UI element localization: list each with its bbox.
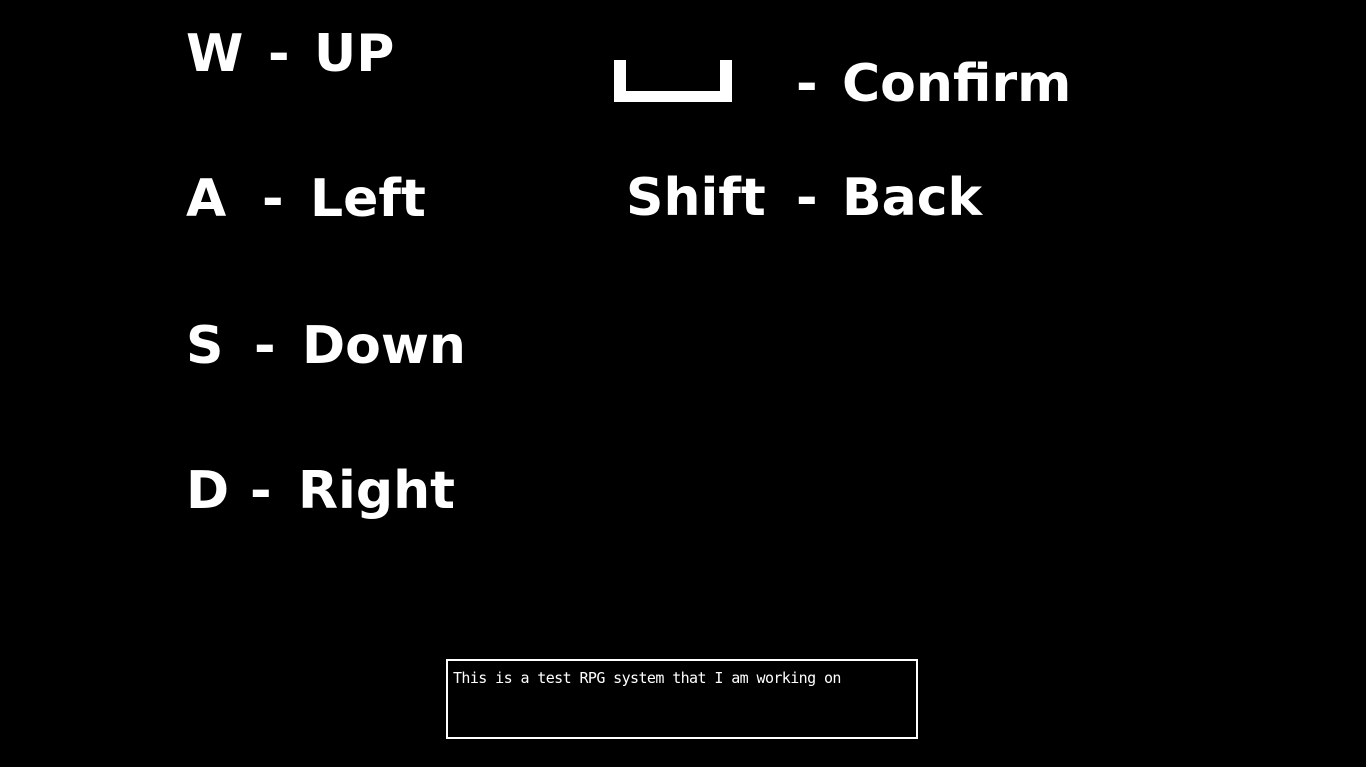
message-box: This is a test RPG system that I am work… <box>446 659 918 739</box>
key-label: S <box>186 316 224 376</box>
control-row-right: D - Right <box>186 461 455 725</box>
separator: - <box>262 169 284 229</box>
message-text: This is a test RPG system that I am work… <box>453 669 841 687</box>
control-row-back: Shift - Back <box>626 172 982 432</box>
separator: - <box>796 54 818 114</box>
separator: - <box>268 24 290 84</box>
key-label: A <box>186 169 227 229</box>
key-label: D <box>186 461 230 521</box>
key-label: Shift <box>626 168 766 228</box>
action-label: Down <box>302 316 466 376</box>
separator: - <box>254 316 276 376</box>
action-label: Confirm <box>842 54 1072 114</box>
separator: - <box>250 461 272 521</box>
key-label: W <box>186 24 244 84</box>
action-label: Right <box>298 461 455 521</box>
action-label: Left <box>310 169 426 229</box>
spacebar-icon <box>614 60 732 102</box>
action-label: Back <box>842 168 983 228</box>
separator: - <box>796 168 818 228</box>
action-label: UP <box>314 24 395 84</box>
